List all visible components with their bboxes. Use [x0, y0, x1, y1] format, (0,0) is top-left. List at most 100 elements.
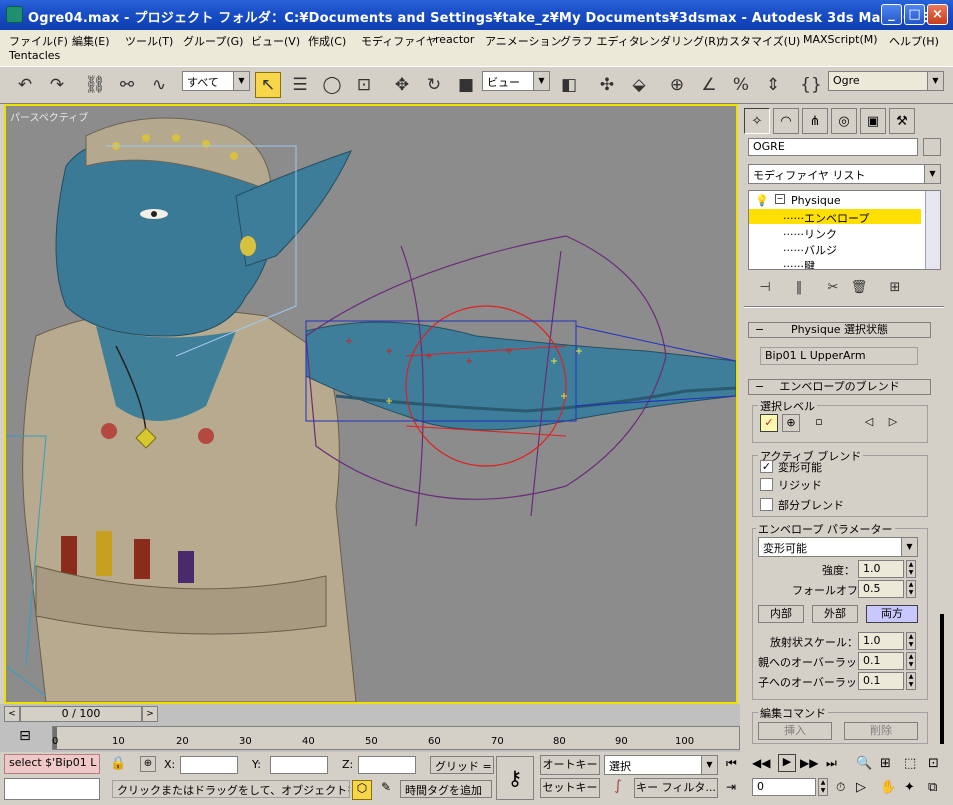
envelope-blend-rollout-header[interactable]: − エンベロープのブレンド [748, 379, 931, 395]
default-tangents-icon[interactable]: ∫ [604, 778, 632, 798]
modifier-stack[interactable]: 💡 − Physique ······エンベロープ ······リンク ····… [748, 190, 941, 270]
zoom-extents-all-icon[interactable]: ⊡ [928, 756, 939, 771]
stack-subobject-item[interactable]: ······腱 [783, 258, 815, 269]
menu-edit[interactable]: 編集(E) [72, 33, 110, 49]
reference-coord-dropdown[interactable]: ビュー ▼ [482, 71, 550, 91]
modify-tab-icon[interactable]: ◠ [773, 108, 799, 134]
outer-button[interactable]: 外部 [812, 605, 858, 623]
display-tab-icon[interactable]: ▣ [860, 108, 886, 134]
vertex-level-icon[interactable]: ✓ [760, 414, 778, 432]
bind-to-space-warp-icon[interactable]: ∿ [146, 72, 172, 98]
stack-modifier-name[interactable]: Physique [791, 194, 841, 207]
angle-snap-icon[interactable]: ∠ [696, 72, 722, 98]
viewport-label[interactable]: パースペクティブ [10, 109, 88, 124]
stack-subobject-item[interactable]: ······バルジ [783, 242, 837, 258]
maxscript-listener-mini[interactable]: select $'Bip01 L [4, 754, 100, 774]
next-frame-icon[interactable]: ▶▶ [800, 756, 818, 770]
modifier-list-dropdown[interactable]: モディファイヤ リスト ▼ [748, 164, 941, 184]
spinner-snap-icon[interactable]: ⇕ [760, 72, 786, 98]
partial-blend-checkbox[interactable] [760, 498, 773, 511]
current-frame-spinner[interactable]: ▲ ▼ [818, 778, 828, 796]
show-end-result-icon[interactable]: ‖ [788, 276, 810, 298]
menu-create[interactable]: 作成(C) [308, 33, 346, 49]
previous-frame-icon[interactable]: ◀◀ [752, 756, 770, 770]
field-of-view-icon[interactable]: ▷ [856, 780, 866, 795]
zoom-icon[interactable]: 🔍 [856, 756, 872, 771]
menu-reactor[interactable]: reactor [435, 33, 474, 46]
slider-prev-icon[interactable]: < [4, 706, 20, 722]
maximize-viewport-icon[interactable]: ⧉ [928, 780, 937, 795]
strength-spinner[interactable]: ▲ ▼ [906, 560, 916, 578]
select-and-link-icon[interactable]: ⛓ [82, 72, 108, 98]
select-and-rotate-icon[interactable]: ↻ [421, 72, 447, 98]
maxscript-input[interactable] [4, 778, 100, 800]
deformable-checkbox[interactable]: ✓ [760, 460, 773, 473]
falloff-spinner[interactable]: ▲ ▼ [906, 580, 916, 598]
inner-button[interactable]: 内部 [758, 605, 804, 623]
both-button[interactable]: 両方 [866, 605, 918, 623]
object-name-field[interactable]: OGRE [748, 138, 918, 156]
current-frame-input[interactable]: 0 [752, 778, 816, 796]
edit-named-selection-icon[interactable]: {} [798, 72, 824, 98]
keyboard-shortcut-override-icon[interactable]: ⬙ [626, 72, 652, 98]
select-by-name-icon[interactable]: ☰ [287, 72, 313, 98]
menu-group[interactable]: グループ(G) [183, 33, 243, 49]
panel-scrollbar[interactable] [940, 614, 944, 744]
add-time-tag-button[interactable]: 時間タグを追加 [400, 780, 492, 798]
redo-icon[interactable]: ↷ [44, 72, 70, 98]
next-link-icon[interactable]: ▷ [884, 414, 902, 432]
insert-button[interactable]: 挿入 [758, 722, 832, 740]
manipulate-icon[interactable]: ✣ [594, 72, 620, 98]
envelope-type-dropdown[interactable]: 変形可能 ▼ [758, 537, 918, 557]
zoom-all-icon[interactable]: ⊞ [880, 756, 891, 771]
lightbulb-icon[interactable]: 💡 [755, 194, 769, 207]
menu-rendering[interactable]: レンダリング(R) [638, 33, 720, 49]
orbit-icon[interactable]: ✦ [904, 780, 915, 795]
strength-input[interactable]: 1.0 [858, 560, 904, 578]
key-mode-dropdown[interactable]: 選択 ▼ [604, 755, 718, 775]
set-key-button[interactable]: セットキー [540, 778, 600, 798]
child-overlap-spinner[interactable]: ▲ ▼ [906, 672, 916, 690]
go-to-end-icon[interactable]: ⏭ [826, 756, 837, 771]
zoom-extents-icon[interactable]: ⬚ [904, 756, 916, 771]
snaps-toggle-icon[interactable]: ⊕ [664, 72, 690, 98]
window-crossing-icon[interactable]: ⊡ [351, 72, 377, 98]
motion-tab-icon[interactable]: ◎ [831, 108, 857, 134]
selection-region-icon[interactable]: ◯ [319, 72, 345, 98]
hierarchy-tab-icon[interactable]: ⋔ [802, 108, 828, 134]
selection-lock-icon[interactable]: ⬡ [352, 780, 372, 800]
track-bar-toggle-icon[interactable]: ⊟ [14, 728, 36, 748]
vertex-snap-icon[interactable]: ✎ [376, 780, 396, 800]
create-tab-icon[interactable]: ✧ [744, 108, 770, 134]
unlink-icon[interactable]: ⚯ [114, 72, 140, 98]
menu-view[interactable]: ビュー(V) [251, 33, 300, 49]
percent-snap-icon[interactable]: % [728, 72, 754, 98]
child-overlap-input[interactable]: 0.1 [858, 672, 904, 690]
set-key-icon[interactable]: ⚷ [496, 756, 534, 800]
utilities-tab-icon[interactable]: ⚒ [889, 108, 915, 134]
undo-icon[interactable]: ↶ [12, 72, 38, 98]
make-unique-icon[interactable]: ✂ [822, 276, 844, 298]
menu-animation[interactable]: アニメーション [485, 33, 562, 49]
close-button[interactable]: × [927, 4, 948, 25]
menu-tentacles[interactable]: Tentacles [9, 49, 60, 62]
rigid-checkbox[interactable] [760, 478, 773, 491]
key-filters-button[interactable]: キー フィルタ... [634, 778, 718, 798]
menu-file[interactable]: ファイル(F) [9, 33, 68, 49]
select-and-scale-icon[interactable]: ■ [453, 72, 479, 98]
app-icon[interactable] [6, 6, 23, 23]
stack-subobject-item[interactable]: ······エンベロープ [783, 210, 869, 226]
auto-key-button[interactable]: オートキー [540, 755, 600, 775]
menu-help[interactable]: ヘルプ(H) [889, 33, 939, 49]
play-icon[interactable]: ▶ [778, 754, 796, 772]
pin-stack-icon[interactable]: ⊣ [754, 276, 776, 298]
stack-scrollbar[interactable] [925, 191, 940, 269]
radial-scale-spinner[interactable]: ▲ ▼ [906, 632, 916, 650]
physique-selection-rollout-header[interactable]: − Physique 選択状態 [748, 322, 931, 338]
absolute-mode-icon[interactable]: ⊕ [140, 756, 156, 772]
go-to-start-icon[interactable]: ⏮ [726, 756, 737, 771]
time-slider[interactable]: 0 / 100 [20, 706, 142, 722]
select-object-icon[interactable]: ↖ [255, 72, 281, 98]
lock-icon[interactable]: 🔒 [110, 756, 126, 771]
menu-customize[interactable]: カスタマイズ(U) [718, 33, 800, 49]
